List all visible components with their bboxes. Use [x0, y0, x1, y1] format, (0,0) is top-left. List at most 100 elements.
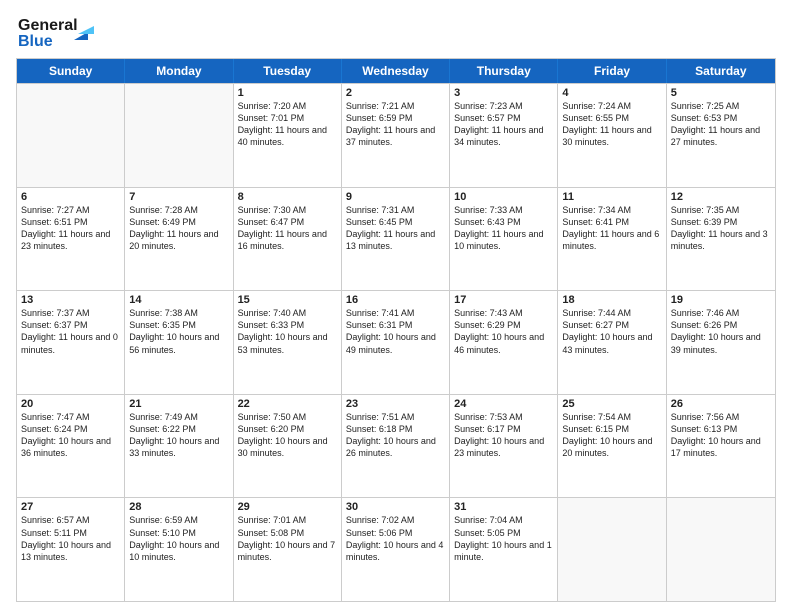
calendar-cell: 24Sunrise: 7:53 AM Sunset: 6:17 PM Dayli…	[450, 395, 558, 498]
day-content: Sunrise: 7:38 AM Sunset: 6:35 PM Dayligh…	[129, 307, 228, 356]
day-number: 19	[671, 294, 771, 306]
calendar-cell: 13Sunrise: 7:37 AM Sunset: 6:37 PM Dayli…	[17, 291, 125, 394]
day-number: 21	[129, 398, 228, 410]
calendar-cell: 30Sunrise: 7:02 AM Sunset: 5:06 PM Dayli…	[342, 498, 450, 601]
calendar-cell: 16Sunrise: 7:41 AM Sunset: 6:31 PM Dayli…	[342, 291, 450, 394]
day-number: 8	[238, 191, 337, 203]
day-number: 30	[346, 501, 445, 513]
calendar-cell: 9Sunrise: 7:31 AM Sunset: 6:45 PM Daylig…	[342, 188, 450, 291]
day-number: 6	[21, 191, 120, 203]
calendar-cell: 22Sunrise: 7:50 AM Sunset: 6:20 PM Dayli…	[234, 395, 342, 498]
calendar-cell: 8Sunrise: 7:30 AM Sunset: 6:47 PM Daylig…	[234, 188, 342, 291]
day-number: 3	[454, 87, 553, 99]
day-number: 16	[346, 294, 445, 306]
day-number: 7	[129, 191, 228, 203]
calendar-cell: 14Sunrise: 7:38 AM Sunset: 6:35 PM Dayli…	[125, 291, 233, 394]
calendar-cell: 15Sunrise: 7:40 AM Sunset: 6:33 PM Dayli…	[234, 291, 342, 394]
svg-text:General: General	[18, 17, 78, 34]
calendar-cell	[125, 84, 233, 187]
day-content: Sunrise: 7:35 AM Sunset: 6:39 PM Dayligh…	[671, 204, 771, 253]
day-number: 25	[562, 398, 661, 410]
calendar-row: 6Sunrise: 7:27 AM Sunset: 6:51 PM Daylig…	[17, 187, 775, 291]
calendar-cell: 23Sunrise: 7:51 AM Sunset: 6:18 PM Dayli…	[342, 395, 450, 498]
calendar-cell: 12Sunrise: 7:35 AM Sunset: 6:39 PM Dayli…	[667, 188, 775, 291]
header: General Blue	[16, 12, 776, 50]
day-content: Sunrise: 7:34 AM Sunset: 6:41 PM Dayligh…	[562, 204, 661, 253]
day-content: Sunrise: 7:30 AM Sunset: 6:47 PM Dayligh…	[238, 204, 337, 253]
day-number: 17	[454, 294, 553, 306]
day-content: Sunrise: 6:59 AM Sunset: 5:10 PM Dayligh…	[129, 514, 228, 563]
calendar-cell: 7Sunrise: 7:28 AM Sunset: 6:49 PM Daylig…	[125, 188, 233, 291]
day-number: 28	[129, 501, 228, 513]
day-content: Sunrise: 7:50 AM Sunset: 6:20 PM Dayligh…	[238, 411, 337, 460]
day-number: 1	[238, 87, 337, 99]
calendar-row: 13Sunrise: 7:37 AM Sunset: 6:37 PM Dayli…	[17, 290, 775, 394]
day-content: Sunrise: 7:53 AM Sunset: 6:17 PM Dayligh…	[454, 411, 553, 460]
day-number: 13	[21, 294, 120, 306]
day-of-week-header: Thursday	[450, 59, 558, 83]
day-of-week-header: Friday	[558, 59, 666, 83]
day-content: Sunrise: 7:01 AM Sunset: 5:08 PM Dayligh…	[238, 514, 337, 563]
day-content: Sunrise: 7:44 AM Sunset: 6:27 PM Dayligh…	[562, 307, 661, 356]
day-of-week-header: Monday	[125, 59, 233, 83]
page: General Blue SundayMondayTuesdayWednesda…	[0, 0, 792, 612]
calendar: SundayMondayTuesdayWednesdayThursdayFrid…	[16, 58, 776, 602]
calendar-row: 27Sunrise: 6:57 AM Sunset: 5:11 PM Dayli…	[17, 497, 775, 601]
day-content: Sunrise: 7:41 AM Sunset: 6:31 PM Dayligh…	[346, 307, 445, 356]
calendar-cell: 3Sunrise: 7:23 AM Sunset: 6:57 PM Daylig…	[450, 84, 558, 187]
day-number: 24	[454, 398, 553, 410]
day-content: Sunrise: 7:46 AM Sunset: 6:26 PM Dayligh…	[671, 307, 771, 356]
day-number: 2	[346, 87, 445, 99]
day-content: Sunrise: 7:24 AM Sunset: 6:55 PM Dayligh…	[562, 100, 661, 149]
day-content: Sunrise: 7:02 AM Sunset: 5:06 PM Dayligh…	[346, 514, 445, 563]
day-number: 18	[562, 294, 661, 306]
day-content: Sunrise: 7:27 AM Sunset: 6:51 PM Dayligh…	[21, 204, 120, 253]
calendar-body: 1Sunrise: 7:20 AM Sunset: 7:01 PM Daylig…	[17, 83, 775, 601]
calendar-cell: 1Sunrise: 7:20 AM Sunset: 7:01 PM Daylig…	[234, 84, 342, 187]
day-number: 5	[671, 87, 771, 99]
day-content: Sunrise: 7:28 AM Sunset: 6:49 PM Dayligh…	[129, 204, 228, 253]
day-content: Sunrise: 7:37 AM Sunset: 6:37 PM Dayligh…	[21, 307, 120, 356]
day-content: Sunrise: 7:20 AM Sunset: 7:01 PM Dayligh…	[238, 100, 337, 149]
calendar-cell: 17Sunrise: 7:43 AM Sunset: 6:29 PM Dayli…	[450, 291, 558, 394]
calendar-cell: 6Sunrise: 7:27 AM Sunset: 6:51 PM Daylig…	[17, 188, 125, 291]
calendar-cell: 5Sunrise: 7:25 AM Sunset: 6:53 PM Daylig…	[667, 84, 775, 187]
calendar-cell: 11Sunrise: 7:34 AM Sunset: 6:41 PM Dayli…	[558, 188, 666, 291]
calendar-cell: 19Sunrise: 7:46 AM Sunset: 6:26 PM Dayli…	[667, 291, 775, 394]
calendar-cell: 29Sunrise: 7:01 AM Sunset: 5:08 PM Dayli…	[234, 498, 342, 601]
day-number: 31	[454, 501, 553, 513]
day-number: 4	[562, 87, 661, 99]
calendar-header-row: SundayMondayTuesdayWednesdayThursdayFrid…	[17, 59, 775, 83]
day-content: Sunrise: 7:51 AM Sunset: 6:18 PM Dayligh…	[346, 411, 445, 460]
day-number: 11	[562, 191, 661, 203]
day-content: Sunrise: 7:33 AM Sunset: 6:43 PM Dayligh…	[454, 204, 553, 253]
calendar-cell	[667, 498, 775, 601]
day-content: Sunrise: 7:43 AM Sunset: 6:29 PM Dayligh…	[454, 307, 553, 356]
day-content: Sunrise: 7:40 AM Sunset: 6:33 PM Dayligh…	[238, 307, 337, 356]
logo: General Blue	[16, 12, 106, 50]
day-number: 9	[346, 191, 445, 203]
day-content: Sunrise: 7:31 AM Sunset: 6:45 PM Dayligh…	[346, 204, 445, 253]
day-content: Sunrise: 7:56 AM Sunset: 6:13 PM Dayligh…	[671, 411, 771, 460]
day-number: 15	[238, 294, 337, 306]
day-of-week-header: Sunday	[17, 59, 125, 83]
calendar-cell: 2Sunrise: 7:21 AM Sunset: 6:59 PM Daylig…	[342, 84, 450, 187]
day-content: Sunrise: 7:49 AM Sunset: 6:22 PM Dayligh…	[129, 411, 228, 460]
day-content: Sunrise: 7:47 AM Sunset: 6:24 PM Dayligh…	[21, 411, 120, 460]
calendar-cell: 18Sunrise: 7:44 AM Sunset: 6:27 PM Dayli…	[558, 291, 666, 394]
calendar-cell	[17, 84, 125, 187]
day-number: 23	[346, 398, 445, 410]
calendar-cell	[558, 498, 666, 601]
calendar-cell: 10Sunrise: 7:33 AM Sunset: 6:43 PM Dayli…	[450, 188, 558, 291]
day-content: Sunrise: 7:04 AM Sunset: 5:05 PM Dayligh…	[454, 514, 553, 563]
day-content: Sunrise: 7:23 AM Sunset: 6:57 PM Dayligh…	[454, 100, 553, 149]
calendar-cell: 28Sunrise: 6:59 AM Sunset: 5:10 PM Dayli…	[125, 498, 233, 601]
day-number: 27	[21, 501, 120, 513]
day-of-week-header: Wednesday	[342, 59, 450, 83]
calendar-cell: 21Sunrise: 7:49 AM Sunset: 6:22 PM Dayli…	[125, 395, 233, 498]
calendar-cell: 20Sunrise: 7:47 AM Sunset: 6:24 PM Dayli…	[17, 395, 125, 498]
day-number: 12	[671, 191, 771, 203]
day-number: 22	[238, 398, 337, 410]
day-number: 10	[454, 191, 553, 203]
day-number: 20	[21, 398, 120, 410]
